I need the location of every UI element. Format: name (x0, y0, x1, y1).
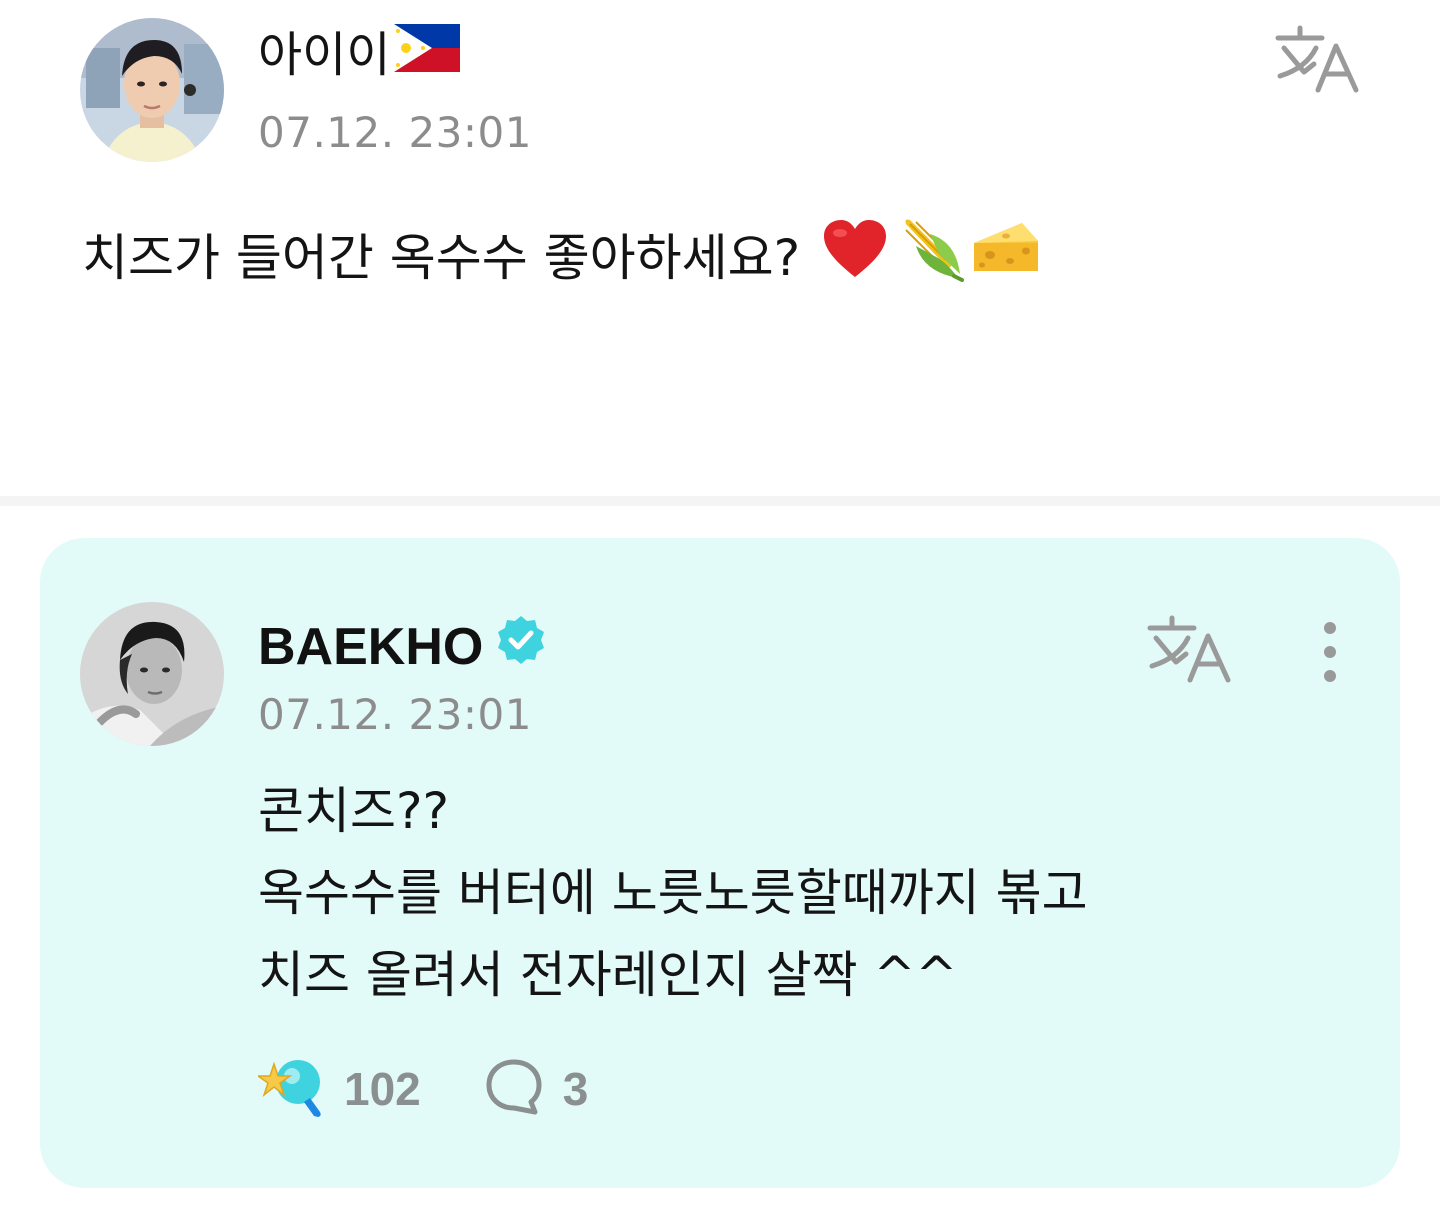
heart-emoji-icon (822, 219, 888, 297)
artist-author-name[interactable]: BAEKHO (258, 614, 547, 679)
philippines-flag-icon (394, 24, 461, 86)
artist-author-label: BAEKHO (258, 617, 484, 676)
like-button[interactable]: 102 (255, 1056, 421, 1122)
reaction-bar: 102 3 (255, 1056, 589, 1122)
fan-post-timestamp: 07.12. 23:01 (258, 108, 532, 157)
artist-reply-card: BAEKHO 07.12. 23:01 콘치즈?? 옥수수를 버터에 노릇노릇할… (40, 538, 1400, 1188)
fan-author-name[interactable]: 아이이 (258, 24, 461, 86)
translate-icon[interactable] (1274, 24, 1364, 94)
lightstick-like-icon (255, 1056, 326, 1122)
fan-avatar[interactable] (80, 18, 224, 162)
reply-line: 옥수수를 버터에 노릇노릇할때까지 볶고 (258, 864, 1088, 922)
corn-emoji-icon (896, 216, 965, 300)
comment-count: 3 (562, 1063, 589, 1115)
like-count: 102 (344, 1063, 421, 1115)
translate-icon[interactable] (1146, 614, 1236, 684)
fan-post-text: 치즈가 들어간 옥수수 좋아하세요? (82, 229, 801, 287)
reply-line: 치즈 올려서 전자레인지 살짝 ^^ (258, 946, 958, 1004)
fan-post: 아이이 07.12. 23:01 치즈가 들어간 옥수수 좋아하세요? (0, 0, 1440, 496)
fan-post-body: 치즈가 들어간 옥수수 좋아하세요? (82, 216, 1042, 300)
artist-avatar[interactable] (80, 602, 224, 746)
verified-badge-icon (495, 614, 547, 679)
section-divider (0, 496, 1440, 506)
artist-reply-body: 콘치즈?? 옥수수를 버터에 노릇노릇할때까지 볶고 치즈 올려서 전자레인지 … (258, 770, 1088, 1016)
artist-reply-timestamp: 07.12. 23:01 (258, 690, 532, 739)
more-options-icon[interactable] (1310, 618, 1350, 684)
comment-bubble-icon (485, 1058, 543, 1120)
cheese-emoji-icon (970, 219, 1042, 297)
fan-author-label: 아이이 (258, 27, 391, 83)
reply-line: 콘치즈?? (258, 782, 450, 840)
comment-button[interactable]: 3 (485, 1058, 589, 1120)
